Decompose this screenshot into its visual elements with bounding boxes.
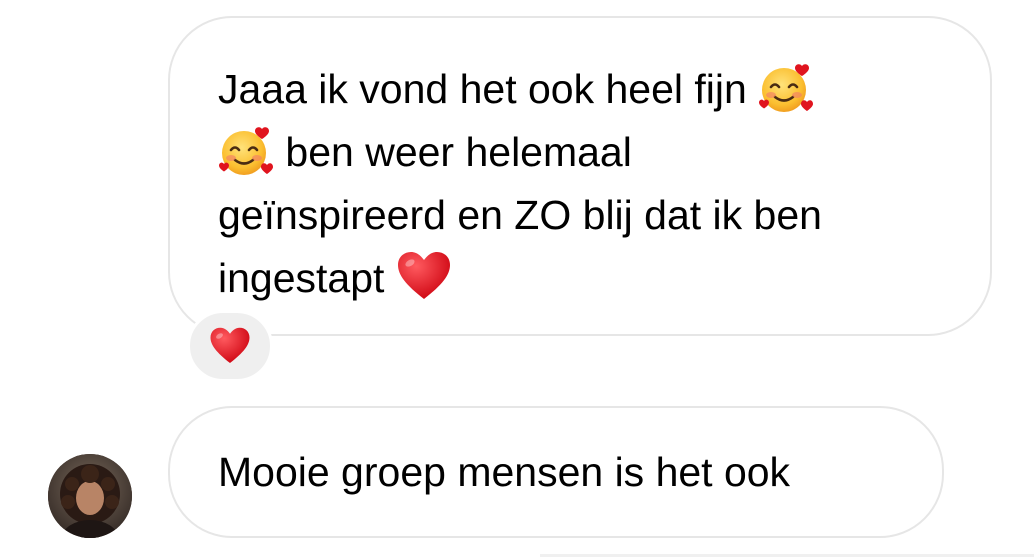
- message-line: Jaaa ik vond het ook heel fijn: [218, 58, 970, 121]
- smiling-face-with-hearts-icon: [758, 60, 814, 116]
- message-line: geïnspireerd en ZO blij dat ik ben: [218, 192, 822, 238]
- message-text: Mooie groep mensen is het ook: [218, 449, 791, 495]
- message-bubble[interactable]: Jaaa ik vond het ook heel fijn ben weer …: [168, 16, 992, 336]
- chat-thread: Jaaa ik vond het ook heel fijn ben weer …: [0, 0, 1034, 557]
- message-bubble[interactable]: Mooie groep mensen is het ook: [168, 406, 944, 538]
- avatar[interactable]: [48, 454, 132, 538]
- message-line: ingestapt: [218, 247, 970, 310]
- red-heart-icon: [396, 251, 452, 303]
- smiling-face-with-hearts-icon: [218, 123, 274, 179]
- red-heart-icon: [209, 327, 251, 366]
- reaction-badge[interactable]: [187, 310, 273, 382]
- message-line: ben weer helemaal: [218, 121, 970, 184]
